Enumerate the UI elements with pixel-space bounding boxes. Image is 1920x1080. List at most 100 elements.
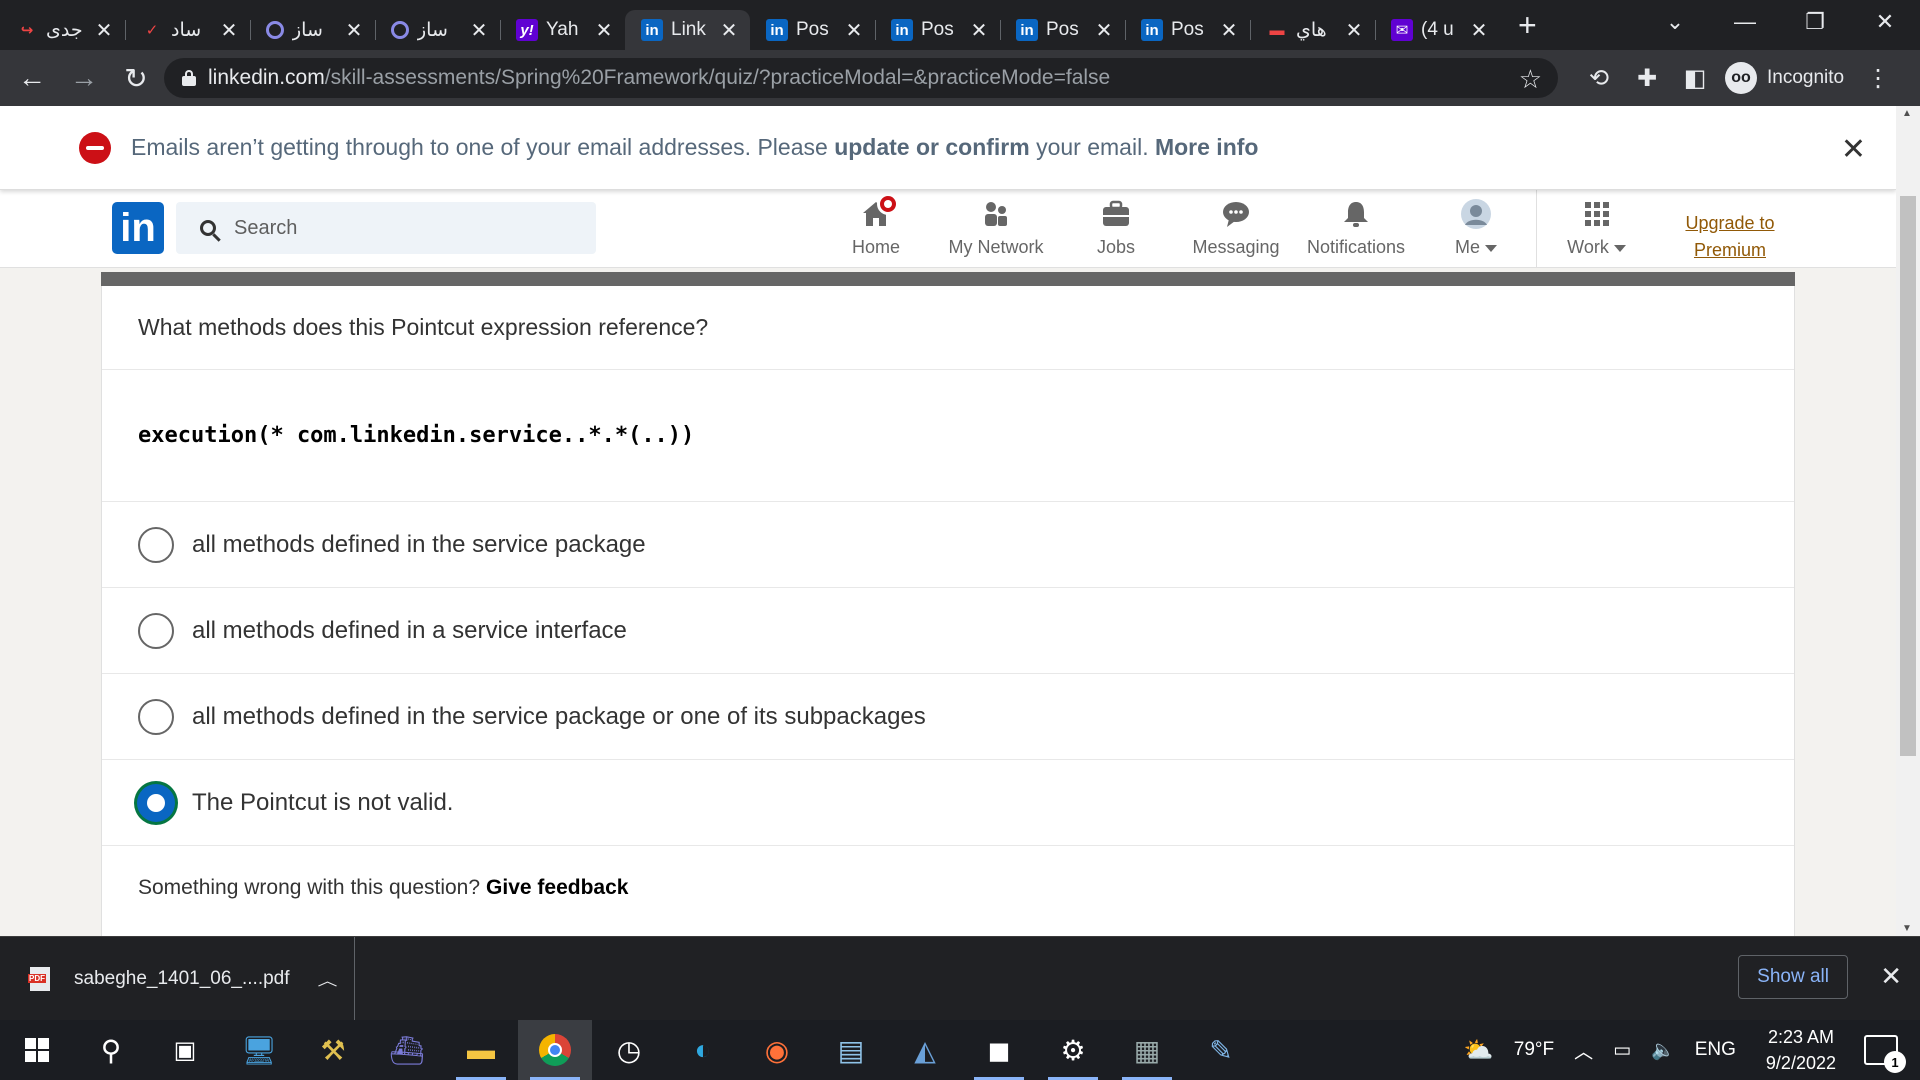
settings-gear-icon[interactable]: ⚙ bbox=[1036, 1020, 1110, 1080]
nav-item-messaging[interactable]: Messaging bbox=[1176, 190, 1296, 268]
browser-tab[interactable]: in Pos ✕ bbox=[750, 10, 875, 50]
nav-item-jobs[interactable]: Jobs bbox=[1056, 190, 1176, 268]
ship-app-icon[interactable]: ⛴ bbox=[370, 1020, 444, 1080]
upgrade-premium-link[interactable]: Upgrade to Premium bbox=[1680, 210, 1780, 264]
weather-icon[interactable]: ⛅ bbox=[1464, 1036, 1494, 1065]
scroll-down-arrow[interactable]: ▼ bbox=[1902, 923, 1912, 934]
nav-item-notifications[interactable]: Notifications bbox=[1296, 190, 1416, 268]
answer-option-label: all methods defined in a service interfa… bbox=[192, 616, 627, 644]
page-scrollbar[interactable]: ▲ ▼ bbox=[1896, 106, 1920, 936]
browser-tab[interactable]: ↪ جدی ✕ bbox=[0, 10, 125, 50]
browser-tab[interactable]: ✓ ساد ✕ bbox=[125, 10, 250, 50]
browser-tab[interactable]: ساز ✕ bbox=[250, 10, 375, 50]
extensions-puzzle-icon[interactable]: ✚ bbox=[1623, 64, 1671, 93]
browser-tab[interactable]: in Pos ✕ bbox=[1125, 10, 1250, 50]
tab-close-icon[interactable]: ✕ bbox=[1343, 18, 1365, 43]
nav-items: Home My Network Jobs Messaging Notifications… bbox=[816, 190, 1656, 268]
battery-icon[interactable]: ▭ bbox=[1613, 1039, 1631, 1062]
answer-option[interactable]: The Pointcut is not valid. bbox=[102, 760, 1794, 846]
update-email-link[interactable]: update or confirm bbox=[834, 134, 1030, 160]
input-language[interactable]: ENG bbox=[1695, 1039, 1736, 1061]
search-taskbar-icon[interactable]: ⚲ bbox=[74, 1020, 148, 1080]
restore-button[interactable]: ❐ bbox=[1780, 9, 1850, 35]
chrome-icon[interactable] bbox=[518, 1020, 592, 1080]
forward-button[interactable]: → bbox=[64, 58, 104, 98]
file-explorer-icon[interactable]: ▬ bbox=[444, 1020, 518, 1080]
new-tab-button[interactable]: + bbox=[1518, 7, 1548, 44]
nav-item-my-network[interactable]: My Network bbox=[936, 190, 1056, 268]
radio-button[interactable] bbox=[134, 780, 178, 825]
tab-close-icon[interactable]: ✕ bbox=[593, 18, 615, 43]
side-panel-icon[interactable]: ◧ bbox=[1671, 64, 1719, 93]
weather-temperature[interactable]: 79°F bbox=[1514, 1039, 1554, 1061]
taskbar-clock[interactable]: 2:23 AM 9/2/2022 bbox=[1766, 1024, 1836, 1076]
close-window-button[interactable]: ✕ bbox=[1850, 9, 1920, 35]
tools-icon[interactable]: ⚒ bbox=[296, 1020, 370, 1080]
answer-option[interactable]: all methods defined in a service interfa… bbox=[102, 588, 1794, 674]
paint-icon[interactable]: ✎ bbox=[1184, 1020, 1258, 1080]
tab-close-icon[interactable]: ✕ bbox=[718, 18, 740, 43]
task-view-icon[interactable]: ▣ bbox=[148, 1020, 222, 1080]
nav-item-work[interactable]: Work bbox=[1536, 190, 1656, 268]
tab-close-icon[interactable]: ✕ bbox=[468, 18, 490, 43]
clock-app-icon[interactable]: ◷ bbox=[592, 1020, 666, 1080]
browser-tab[interactable]: in Pos ✕ bbox=[875, 10, 1000, 50]
search-bar[interactable] bbox=[176, 202, 596, 254]
lock-icon[interactable] bbox=[182, 70, 196, 86]
minimize-button[interactable]: — bbox=[1710, 9, 1780, 35]
tab-close-icon[interactable]: ✕ bbox=[968, 18, 990, 43]
control-panel-icon[interactable]: ▤ bbox=[814, 1020, 888, 1080]
tray-chevron-icon[interactable]: ︿ bbox=[1574, 1037, 1593, 1064]
notification-center-icon[interactable]: 1 bbox=[1864, 1035, 1906, 1073]
give-feedback-link[interactable]: Give feedback bbox=[486, 876, 628, 900]
intellij-icon[interactable]: ◼ bbox=[962, 1020, 1036, 1080]
bookmark-star-icon[interactable]: ☆ bbox=[1519, 64, 1542, 95]
tab-search-icon[interactable]: ⌄ bbox=[1640, 9, 1710, 35]
more-info-link[interactable]: More info bbox=[1155, 134, 1259, 160]
close-alert-icon[interactable]: ✕ bbox=[1841, 132, 1866, 167]
browser-tab[interactable]: ساز ✕ bbox=[375, 10, 500, 50]
speaker-muted-icon[interactable]: 🔈 bbox=[1651, 1038, 1675, 1062]
browser-tab[interactable]: in Pos ✕ bbox=[1000, 10, 1125, 50]
radio-button[interactable] bbox=[138, 612, 174, 649]
incognito-indicator[interactable]: oo Incognito bbox=[1725, 62, 1845, 94]
tab-close-icon[interactable]: ✕ bbox=[1093, 18, 1115, 43]
search-icon bbox=[200, 220, 216, 236]
tab-close-icon[interactable]: ✕ bbox=[1218, 18, 1240, 43]
mysql-workbench-icon[interactable]: ◭ bbox=[888, 1020, 962, 1080]
nav-item-me[interactable]: Me bbox=[1416, 190, 1536, 268]
back-button[interactable]: ← bbox=[12, 58, 52, 98]
radio-button[interactable] bbox=[138, 526, 174, 563]
tab-close-icon[interactable]: ✕ bbox=[343, 18, 365, 43]
chevron-up-icon[interactable]: ︿ bbox=[318, 969, 338, 989]
tab-close-icon[interactable]: ✕ bbox=[843, 18, 865, 43]
tab-close-icon[interactable]: ✕ bbox=[1468, 18, 1490, 43]
scroll-up-arrow[interactable]: ▲ bbox=[1902, 108, 1912, 119]
close-download-bar-icon[interactable]: ✕ bbox=[1880, 961, 1902, 992]
browser-tab[interactable]: in Link ✕ bbox=[625, 10, 750, 50]
tab-favicon-icon: ✓ bbox=[145, 22, 159, 39]
browser-tab[interactable]: ▬ هاي ✕ bbox=[1250, 10, 1375, 50]
address-bar[interactable]: linkedin.com/skill-assessments/Spring%20… bbox=[164, 58, 1558, 98]
scrollbar-thumb[interactable] bbox=[1900, 196, 1916, 756]
answer-option[interactable]: all methods defined in the service packa… bbox=[102, 502, 1794, 588]
edge-icon[interactable]: ◐ bbox=[666, 1020, 740, 1080]
search-input[interactable] bbox=[234, 216, 534, 240]
sync-icon[interactable]: ⟲ bbox=[1575, 64, 1623, 93]
nav-item-home[interactable]: Home bbox=[816, 190, 936, 268]
start-button[interactable] bbox=[0, 1020, 74, 1080]
tab-close-icon[interactable]: ✕ bbox=[93, 18, 115, 43]
browser-tab[interactable]: ✉ (4 u ✕ bbox=[1375, 10, 1500, 50]
show-all-button[interactable]: Show all bbox=[1738, 955, 1848, 999]
browser-tab[interactable]: y! Yah ✕ bbox=[500, 10, 625, 50]
tab-close-icon[interactable]: ✕ bbox=[218, 18, 240, 43]
network-tool-icon[interactable]: 🖥 bbox=[222, 1020, 296, 1080]
download-item[interactable]: sabeghe_1401_06_....pdf ︿ bbox=[0, 937, 355, 1021]
firefox-icon[interactable]: ◉ bbox=[740, 1020, 814, 1080]
reload-button[interactable]: ↻ bbox=[116, 58, 156, 98]
linkedin-logo[interactable]: in bbox=[112, 202, 164, 254]
radio-button[interactable] bbox=[138, 698, 174, 735]
answer-option[interactable]: all methods defined in the service packa… bbox=[102, 674, 1794, 760]
browser-menu-icon[interactable]: ⋮ bbox=[1866, 64, 1890, 93]
calculator-icon[interactable]: ▦ bbox=[1110, 1020, 1184, 1080]
